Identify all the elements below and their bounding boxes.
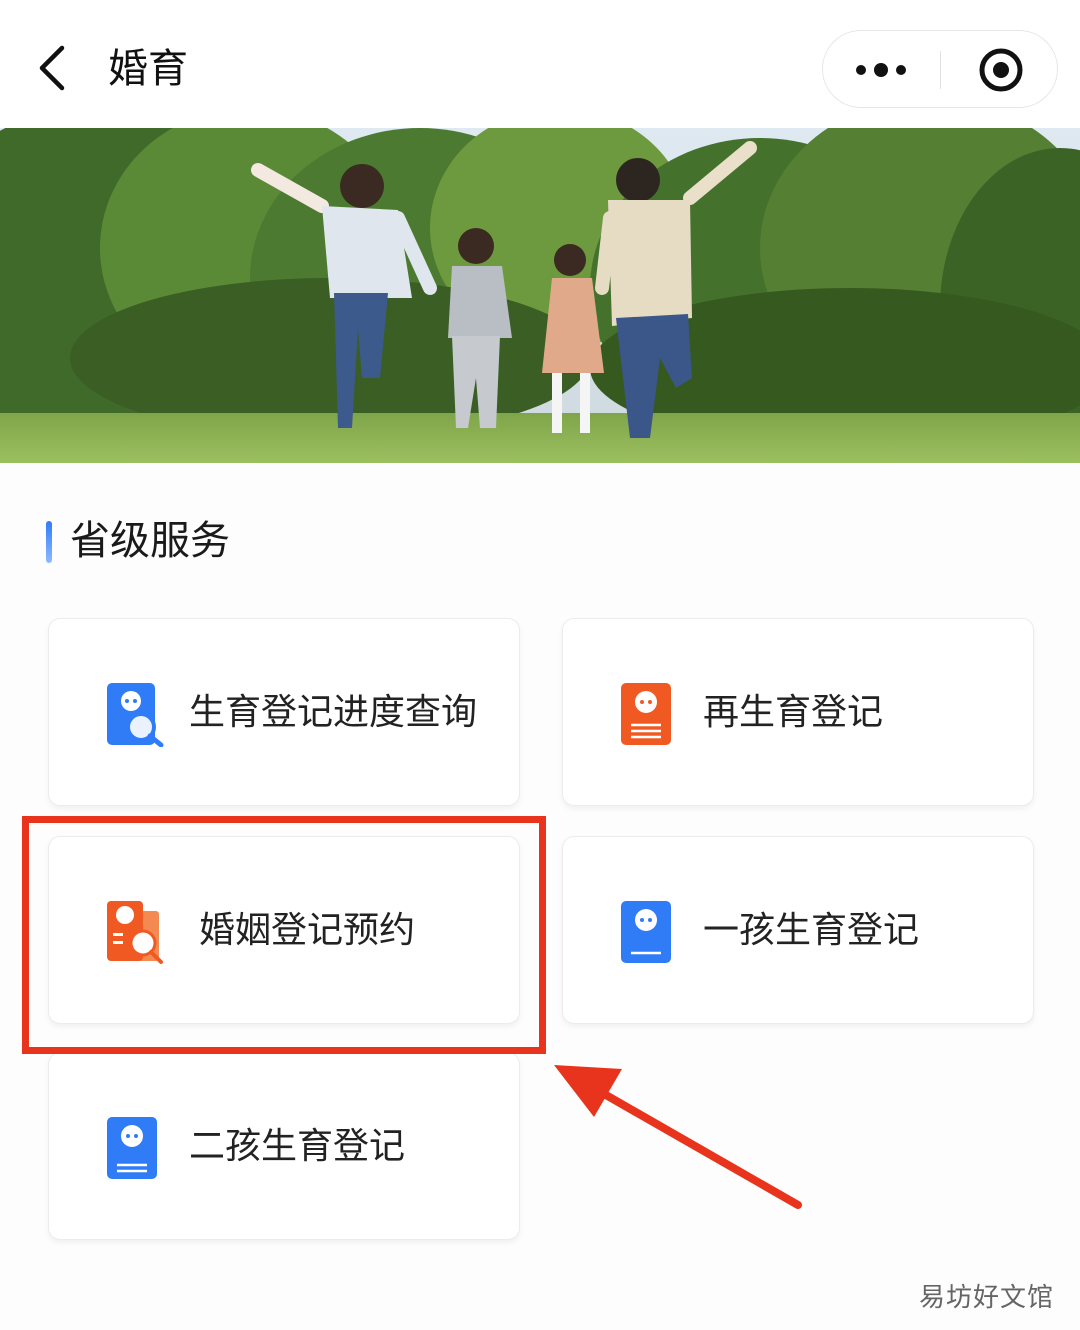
banner-image <box>0 128 1080 463</box>
second-child-icon <box>105 1115 165 1181</box>
watermark-text: 易坊好文馆 <box>918 1283 1054 1313</box>
section-title: 省级服务 <box>70 518 230 564</box>
more-dots-icon[interactable] <box>823 31 939 109</box>
marriage-appointment-icon <box>105 899 165 965</box>
remarriage-birth-icon <box>619 681 679 747</box>
service-card-birth-progress-query[interactable]: 生育登记进度查询 <box>48 618 520 806</box>
birth-query-icon <box>105 681 165 748</box>
service-card-first-child-registration[interactable]: 一孩生育登记 <box>562 836 1034 1024</box>
page-title: 婚育 <box>108 46 188 92</box>
nav-bar: 婚育 <box>0 0 1080 128</box>
service-card-marriage-appointment[interactable]: 婚姻登记预约 <box>48 836 520 1024</box>
service-label: 二孩生育登记 <box>189 1126 406 1167</box>
arrow-icon <box>540 1055 810 1215</box>
chevron-left-icon[interactable] <box>30 38 80 98</box>
service-label: 生育登记进度查询 <box>189 692 478 733</box>
target-circle-icon[interactable] <box>941 31 1059 109</box>
service-label: 婚姻登记预约 <box>199 910 416 951</box>
service-card-second-child-registration[interactable]: 二孩生育登记 <box>48 1052 520 1240</box>
service-label: 一孩生育登记 <box>703 910 920 951</box>
first-child-icon <box>619 899 679 965</box>
mini-program-capsule <box>822 30 1058 108</box>
service-card-rebirth-registration[interactable]: 再生育登记 <box>562 618 1034 806</box>
section-accent-bar <box>46 521 52 563</box>
service-label: 再生育登记 <box>703 692 884 733</box>
